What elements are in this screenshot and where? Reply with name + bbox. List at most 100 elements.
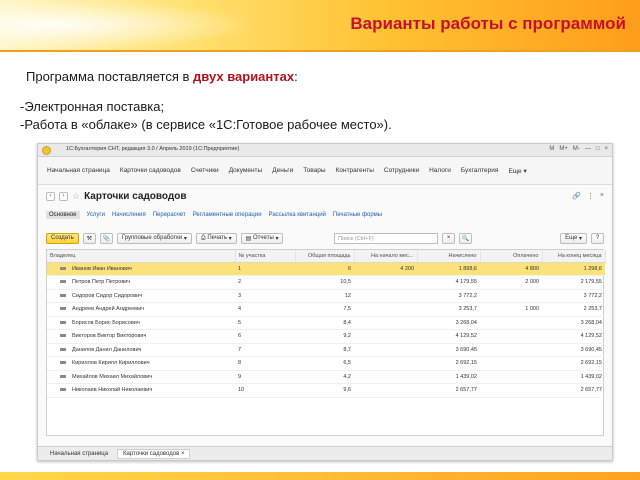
table-cell: 2 179,55 — [542, 275, 605, 290]
owner-name: Андреев Андрей Андреевич — [72, 306, 145, 313]
col-end-balance[interactable]: На конец месяца — [542, 250, 606, 263]
section-cards[interactable]: Карточки садоводов — [120, 167, 181, 174]
section-meters[interactable]: Счетчики — [191, 167, 219, 174]
create-button[interactable]: Создать — [46, 232, 79, 244]
back-button[interactable]: ‹ — [46, 192, 55, 201]
intro-highlight: двух вариантах — [193, 69, 295, 84]
col-area[interactable]: Общая площадь — [295, 250, 355, 263]
reports-button[interactable]: ▤ Отчеты ▾ — [240, 232, 284, 244]
section-goods[interactable]: Товары — [303, 167, 325, 174]
table-row[interactable]: Борисов Борис Борисович 5 8,4 3 268,04 3 268… — [47, 316, 605, 330]
print-button[interactable]: ⎙ Печать ▾ — [195, 232, 237, 244]
table-cell: 10,5 — [295, 275, 354, 290]
favorite-star-icon[interactable]: ☆ — [72, 191, 80, 202]
table-row[interactable]: Петров Петр Петрович 2 10,5 4 179,55 2 000 2 … — [47, 275, 605, 290]
table-cell: 1 439,02 — [542, 370, 605, 384]
intro-before: Программа поставляется в — [26, 69, 194, 84]
tab-main[interactable]: Основное — [46, 211, 80, 219]
bottom-stripe — [0, 472, 640, 480]
col-paid[interactable]: Оплачено — [480, 250, 543, 263]
col-plot-number[interactable]: № участка — [235, 250, 296, 263]
table-cell — [354, 316, 417, 330]
row-item-icon — [60, 374, 66, 378]
section-employees[interactable]: Сотрудники — [384, 167, 419, 174]
printer-icon: ⎙ — [200, 234, 206, 241]
search-icon[interactable]: 🔍 — [459, 232, 473, 244]
clear-search-icon[interactable]: × — [442, 232, 456, 244]
col-start-balance[interactable]: На начало мес... — [354, 250, 418, 263]
close-icon[interactable]: × — [181, 451, 185, 457]
table-row[interactable]: Кириллов Кирилл Кириллович 8 6,5 2 692,15 2 … — [47, 356, 605, 371]
owner-name: Сидоров Сидор Сидорович — [72, 292, 143, 299]
table-cell: 2 253,7 — [542, 302, 605, 317]
row-item-icon — [60, 347, 66, 351]
memory-plus-button[interactable]: M+ — [559, 146, 568, 152]
form-close-icon[interactable]: × — [600, 192, 604, 200]
table-cell: 3 — [235, 289, 295, 303]
chevron-down-icon: ▾ — [523, 167, 527, 175]
tab-print-forms[interactable]: Печатные формы — [333, 212, 382, 219]
tab-recalc[interactable]: Перерасчет — [153, 212, 186, 219]
section-more[interactable]: Еще ▾ — [508, 167, 526, 175]
table-row[interactable]: Викторов Виктор Викторович 6 9,2 4 129,52 4 … — [47, 329, 605, 344]
open-tab-home[interactable]: Начальная страница — [44, 449, 114, 459]
print-label: Печать — [207, 235, 227, 241]
intro-text: Программа поставляется в двух вариантах: — [26, 69, 298, 84]
table-cell — [480, 383, 542, 398]
link-icon[interactable]: 🔗 — [572, 192, 581, 200]
table-row[interactable]: Иванов Иван Иванович 1 6 4 200 1 898,6 4 800 1… — [47, 262, 605, 276]
cell-owner: Михайлов Михаил Михайлович — [47, 370, 235, 384]
col-charged[interactable]: Начислено — [417, 250, 481, 263]
table-cell: 9 — [235, 370, 295, 384]
section-documents[interactable]: Документы — [229, 167, 263, 174]
minimize-icon[interactable]: — — [585, 146, 591, 152]
owner-name: Данилов Данил Данилович — [72, 346, 142, 353]
more-dots-icon[interactable]: ⋮ — [587, 192, 594, 200]
table-row[interactable]: Андреев Андрей Андреевич 4 7,5 3 253,7 1 000… — [47, 302, 605, 317]
help-icon[interactable]: ? — [591, 232, 604, 244]
tab-services[interactable]: Услуги — [87, 212, 105, 219]
slide-header: Варианты работы с программой — [0, 0, 640, 50]
section-accounting[interactable]: Бухгалтерия — [461, 167, 499, 174]
cell-owner: Николаев Николай Николаевич — [47, 383, 235, 398]
table-row[interactable]: Данилов Данил Данилович 7 8,7 3 690,45 3 690… — [47, 343, 605, 357]
table-header-row: Владелец № участка Общая площадь На нача… — [47, 250, 606, 263]
table-cell: 1 — [235, 262, 295, 276]
window-title: 1С:Бухгалтерия СНТ, редакция 3.0 / Апрел… — [66, 146, 240, 152]
section-home[interactable]: Начальная страница — [47, 167, 110, 174]
tab-scheduled-ops[interactable]: Регламентные операции — [193, 212, 262, 219]
tab-charges[interactable]: Начисления — [112, 212, 146, 219]
owner-name: Петров Петр Петрович — [72, 279, 131, 286]
table-row[interactable]: Михайлов Михаил Михайлович 9 4,2 1 439,02 1 … — [47, 370, 605, 384]
forward-button[interactable]: › — [59, 192, 68, 201]
table-cell: 1 000 — [480, 302, 542, 317]
maximize-icon[interactable]: □ — [596, 146, 600, 152]
section-money[interactable]: Деньги — [272, 167, 293, 174]
table-cell: 3 772,2 — [417, 289, 480, 303]
row-item-icon — [60, 307, 66, 311]
table-cell: 7 — [235, 343, 295, 357]
group-processing-button[interactable]: Групповые обработки ▾ — [116, 232, 192, 244]
tools-icon[interactable]: ⚒ — [82, 232, 96, 244]
table-cell: 3 253,7 — [417, 302, 480, 317]
col-owner[interactable]: Владелец — [47, 250, 236, 263]
table-cell: 2 — [235, 275, 295, 290]
more-button[interactable]: Еще ▾ — [560, 232, 587, 244]
section-taxes[interactable]: Налоги — [429, 167, 451, 174]
memory-minus-button[interactable]: M- — [573, 146, 580, 152]
memory-button[interactable]: M — [549, 146, 554, 152]
table-row[interactable]: Сидоров Сидор Сидорович 3 12 3 772,2 3 772,2 — [47, 289, 605, 303]
table-cell: 8,4 — [295, 316, 354, 330]
close-icon[interactable]: × — [604, 146, 608, 152]
cell-owner: Петров Петр Петрович — [47, 275, 235, 290]
table-cell — [480, 343, 542, 357]
table-cell: 4 — [235, 302, 295, 317]
table-cell — [480, 356, 542, 371]
open-tab-cards[interactable]: Карточки садоводов × — [117, 448, 191, 459]
attach-icon[interactable]: 📎 — [99, 232, 113, 244]
table-row[interactable]: Николаев Николай Николаевич 10 9,6 2 657,77… — [47, 383, 605, 398]
tab-receipt-mailing[interactable]: Рассылка квитанций — [269, 212, 326, 219]
section-contractors[interactable]: Контрагенты — [336, 167, 374, 174]
search-input[interactable]: Поиск (Ctrl+F) — [334, 232, 439, 244]
chevron-down-icon: ▾ — [275, 235, 279, 242]
